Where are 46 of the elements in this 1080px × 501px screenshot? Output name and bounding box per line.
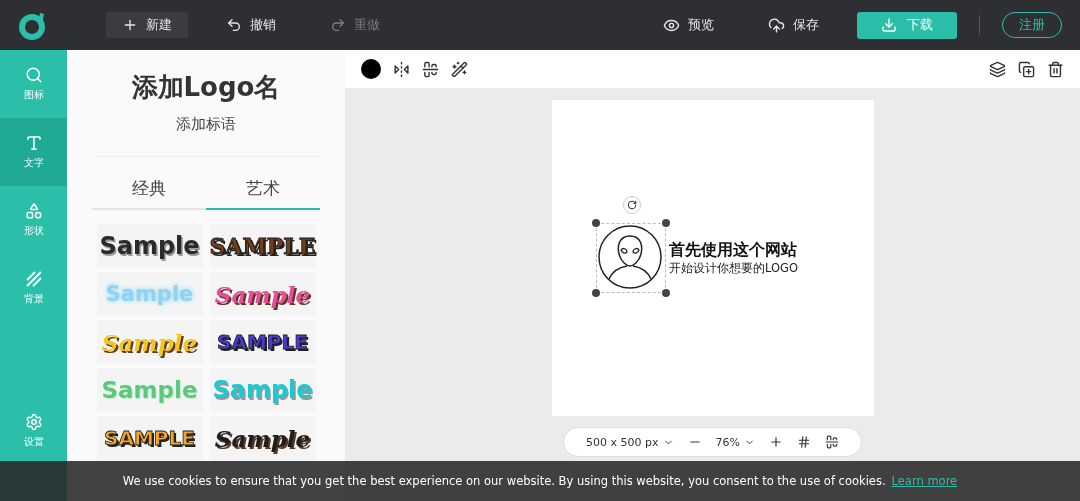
add-slogan[interactable]: 添加标语: [176, 115, 236, 134]
align-icon[interactable]: [422, 60, 439, 78]
new-button[interactable]: 新建: [106, 12, 188, 38]
preview-button[interactable]: 预览: [647, 12, 730, 38]
text-style-tile[interactable]: Sample: [209, 272, 316, 316]
cloud-upload-icon: [768, 16, 785, 34]
layers-icon[interactable]: [989, 60, 1006, 78]
redo-icon: [330, 17, 346, 33]
canvas-size-dropdown[interactable]: 500 x 500 px: [586, 435, 674, 449]
save-button[interactable]: 保存: [752, 12, 835, 38]
zoom-dropdown[interactable]: 76%: [715, 435, 755, 449]
text-style-tile[interactable]: Sample: [209, 416, 316, 460]
tab[interactable]: 艺术: [206, 171, 320, 210]
logo-title: 首先使用这个网站: [669, 239, 798, 261]
tab[interactable]: 经典: [92, 171, 206, 210]
magic-wand-icon[interactable]: [451, 60, 468, 78]
stripes-icon: [24, 270, 43, 288]
shapes-icon: [24, 202, 43, 220]
undo-button[interactable]: 撤销: [210, 12, 292, 38]
resize-handle[interactable]: [592, 288, 600, 297]
add-logo-name[interactable]: 添加Logo名: [131, 70, 281, 105]
resize-handle[interactable]: [592, 218, 600, 227]
rotate-handle[interactable]: [623, 195, 641, 214]
text-style-tile[interactable]: SAMPLE: [209, 224, 316, 268]
cookie-message: We use cookies to ensure that you get the best experience on our website. By using this website, you consent to the use of cookies.: [122, 474, 886, 488]
resize-handle[interactable]: [662, 288, 670, 297]
learn-more-link[interactable]: Learn more: [891, 474, 958, 488]
plus-icon: [122, 17, 138, 33]
download-icon: [881, 17, 897, 33]
color-swatch[interactable]: [361, 59, 381, 79]
resize-handle[interactable]: [662, 218, 670, 227]
app-logo: [18, 10, 48, 40]
trash-icon[interactable]: [1047, 60, 1064, 78]
text-icon: [24, 134, 43, 152]
logo-tagline: 开始设计你想要的LOGO: [669, 260, 798, 276]
text-style-tile[interactable]: SAMPLE: [209, 320, 316, 364]
settings-icon: [24, 413, 43, 431]
align-icon[interactable]: [824, 435, 839, 449]
flip-icon[interactable]: [393, 60, 410, 78]
search-icon: [24, 66, 43, 84]
zoom-in-icon[interactable]: [768, 435, 783, 449]
duplicate-icon[interactable]: [1018, 60, 1035, 78]
grid-icon[interactable]: [796, 435, 811, 449]
rotate-icon: [627, 199, 637, 210]
undo-icon: [226, 17, 242, 33]
text-style-tile[interactable]: Sample: [96, 224, 203, 268]
